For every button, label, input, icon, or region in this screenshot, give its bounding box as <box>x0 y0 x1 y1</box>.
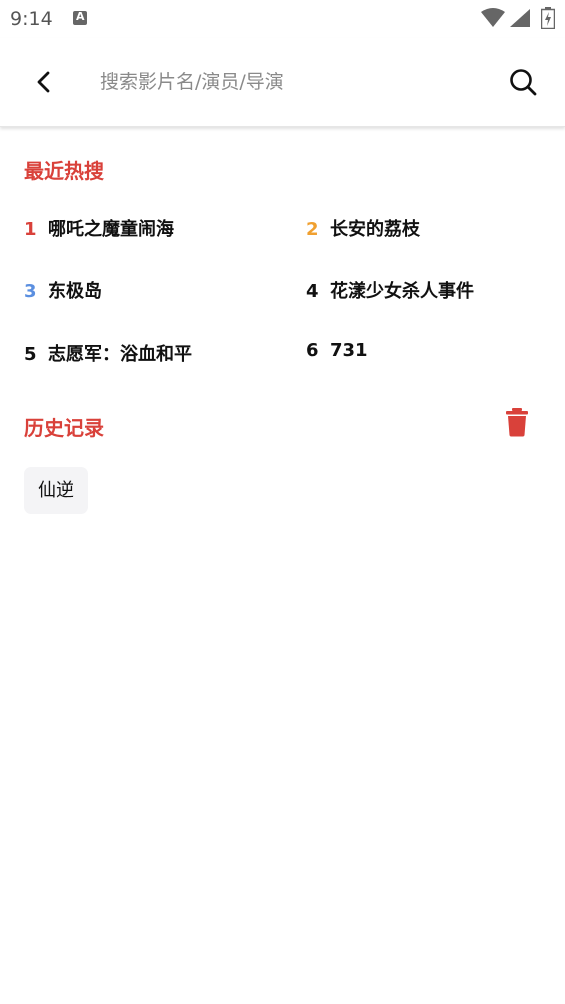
hot-search-title: 最近热搜 <box>24 159 104 183</box>
status-bar: 9:14 A <box>0 0 565 38</box>
clear-history-button[interactable] <box>504 407 530 437</box>
notification-letter: A <box>76 10 85 23</box>
hot-search-label: 731 <box>330 340 368 361</box>
signal-icon <box>510 9 530 27</box>
hot-search-item[interactable]: 1 哪吒之魔童闹海 <box>24 215 174 245</box>
hot-search-label: 长安的荔枝 <box>330 219 420 240</box>
history-chip[interactable]: 仙逆 <box>24 467 88 514</box>
search-toolbar <box>0 38 565 127</box>
hot-search-label: 东极岛 <box>48 281 102 302</box>
hot-search-rank: 6 <box>306 340 319 361</box>
hot-search-label: 哪吒之魔童闹海 <box>48 219 174 240</box>
back-button[interactable] <box>24 62 64 102</box>
hot-search-rank: 2 <box>306 219 319 240</box>
hot-search-item[interactable]: 3 东极岛 <box>24 277 102 307</box>
wifi-icon <box>481 8 505 27</box>
battery-icon <box>541 7 555 29</box>
hot-search-label: 花漾少女杀人事件 <box>330 281 474 302</box>
hot-search-item[interactable]: 4 花漾少女杀人事件 <box>306 277 474 307</box>
hot-search-item[interactable]: 5 志愿军：浴血和平 <box>24 340 192 370</box>
chevron-left-icon <box>37 71 50 93</box>
search-button[interactable] <box>503 62 543 102</box>
hot-search-rank: 5 <box>24 344 37 365</box>
status-time: 9:14 <box>10 8 53 30</box>
hot-search-rank: 1 <box>24 219 37 240</box>
search-input[interactable] <box>100 64 480 100</box>
hot-search-rank: 3 <box>24 281 37 302</box>
hot-search-item[interactable]: 2 长安的荔枝 <box>306 215 420 245</box>
hot-search-rank: 4 <box>306 281 319 302</box>
trash-icon <box>506 408 528 437</box>
history-title: 历史记录 <box>24 416 104 440</box>
search-icon <box>510 69 537 96</box>
notification-a-icon: A <box>73 10 87 25</box>
hot-search-item[interactable]: 6 731 <box>306 340 368 370</box>
hot-search-label: 志愿军：浴血和平 <box>48 344 192 365</box>
